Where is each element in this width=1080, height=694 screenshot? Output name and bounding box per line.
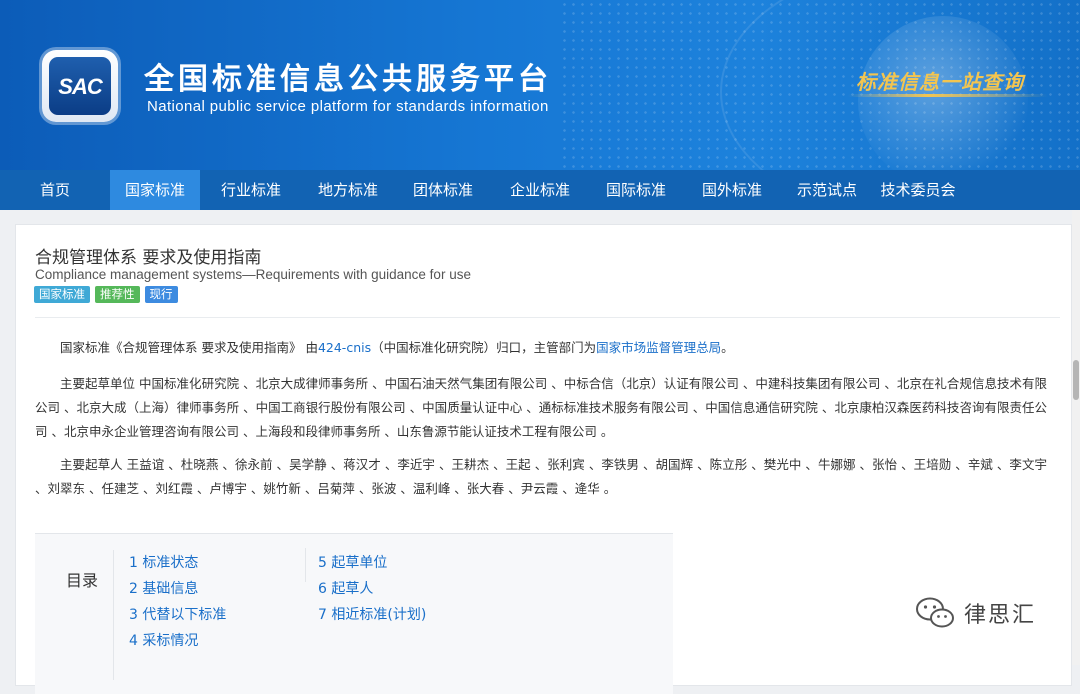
slogan-underline: [848, 94, 1048, 97]
sac-logo[interactable]: SAC: [42, 50, 118, 122]
standard-title: 合规管理体系 要求及使用指南: [35, 248, 262, 268]
header-divider: [35, 317, 1060, 318]
nav-local-standards[interactable]: 地方标准: [302, 170, 394, 210]
sac-logo-text: SAC: [58, 74, 102, 99]
site-subtitle: National public service platform for sta…: [147, 98, 549, 115]
nav-pilot-demonstration[interactable]: 示范试点: [780, 170, 874, 210]
nav-home[interactable]: 首页: [0, 170, 110, 210]
toc-column-separator: [305, 548, 306, 582]
toc-item-basic-info[interactable]: 2 基础信息: [129, 578, 198, 598]
table-of-contents: 目录 1 标准状态 2 基础信息 3 代替以下标准 4 采标情况 5 起草单位 …: [35, 533, 673, 694]
site-title[interactable]: 全国标准信息公共服务平台: [144, 54, 552, 98]
intro-prefix: 国家标准《合规管理体系 要求及使用指南》 由: [60, 340, 318, 355]
site-banner: SAC 全国标准信息公共服务平台 National public service…: [0, 0, 1080, 170]
sac-logo-inner: SAC: [49, 57, 111, 115]
toc-separator: [113, 550, 114, 680]
watermark: 律思汇: [914, 596, 1036, 630]
tc-code-link[interactable]: 424-cnis: [318, 340, 371, 355]
nav-national-standards[interactable]: 国家标准: [110, 170, 200, 210]
toc-label: 目录: [66, 571, 99, 590]
page-scrollbar[interactable]: [1072, 210, 1080, 665]
scrollbar-thumb[interactable]: [1073, 360, 1079, 400]
watermark-text: 律思汇: [964, 603, 1037, 628]
tag-recommended: 推荐性: [95, 286, 140, 303]
drafters: 主要起草人 王益谊 、杜晓燕 、徐永前 、吴学静 、蒋汉才 、李近宇 、王耕杰 …: [35, 457, 1047, 496]
drafting-units: 主要起草单位 中国标准化研究院 、北京大成律师事务所 、中国石油天然气集团有限公…: [35, 376, 1047, 439]
toc-item-drafters[interactable]: 6 起草人: [318, 578, 373, 598]
toc-item-replaces[interactable]: 3 代替以下标准: [129, 604, 226, 624]
intro-middle: （中国标准化研究院）归口，主管部门为: [371, 340, 597, 355]
nav-foreign-standards[interactable]: 国外标准: [684, 170, 780, 210]
authority-link[interactable]: 国家市场监督管理总局: [596, 340, 721, 355]
standard-title-en: Compliance management systems—Requiremen…: [35, 267, 471, 282]
tag-national-standard: 国家标准: [34, 286, 90, 303]
site-slogan: 标准信息一站查询: [856, 70, 1024, 94]
intro-suffix: 。: [721, 340, 734, 355]
main-nav: 首页 国家标准 行业标准 地方标准 团体标准 企业标准 国际标准 国外标准 示范…: [0, 170, 1080, 210]
wechat-icon: [916, 597, 954, 628]
standard-intro: 国家标准《合规管理体系 要求及使用指南》 由424-cnis（中国标准化研究院）…: [35, 336, 1047, 360]
nav-technical-committees[interactable]: 技术委员会: [874, 170, 962, 210]
nav-industry-standards[interactable]: 行业标准: [200, 170, 302, 210]
toc-item-similar-standards[interactable]: 7 相近标准(计划): [318, 604, 426, 624]
nav-enterprise-standards[interactable]: 企业标准: [492, 170, 588, 210]
standard-tags: 国家标准 推荐性 现行: [34, 286, 178, 303]
toc-item-status[interactable]: 1 标准状态: [129, 552, 198, 572]
nav-group-standards[interactable]: 团体标准: [394, 170, 492, 210]
toc-item-drafting-units[interactable]: 5 起草单位: [318, 552, 387, 572]
toc-item-adoption[interactable]: 4 采标情况: [129, 630, 198, 650]
nav-international-standards[interactable]: 国际标准: [588, 170, 684, 210]
tag-current: 现行: [144, 286, 178, 303]
